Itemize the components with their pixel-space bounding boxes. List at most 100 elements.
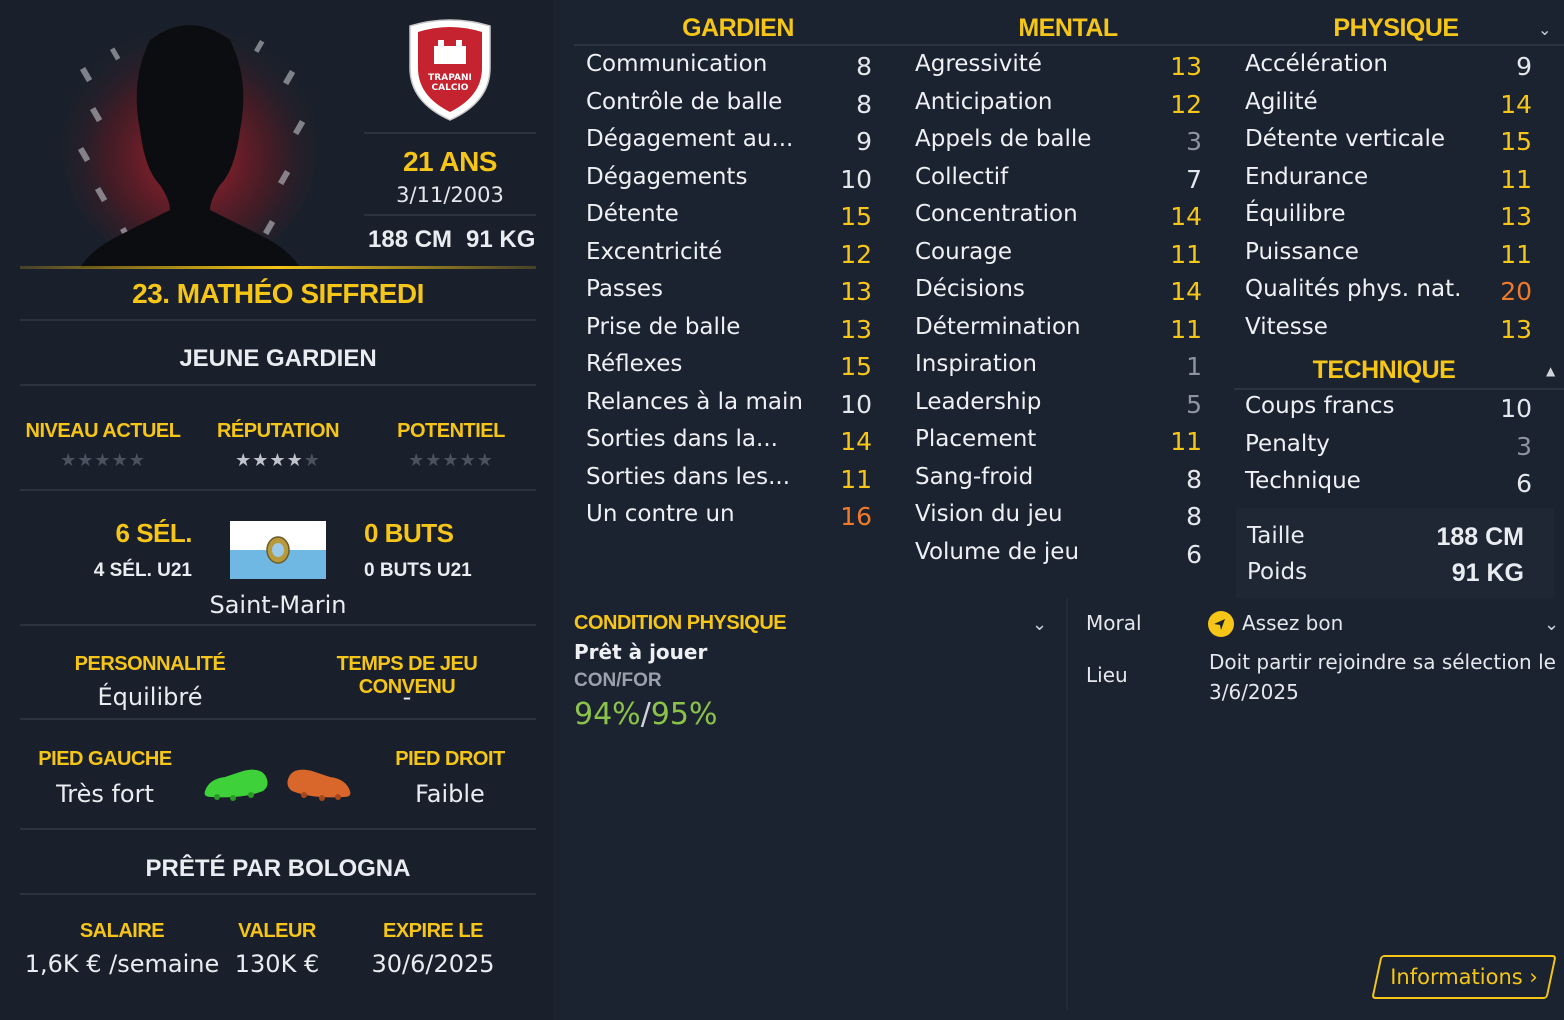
attribute-name[interactable]: Inspiration	[915, 351, 1037, 377]
attribute-value: 11	[1170, 427, 1202, 456]
attribute-name[interactable]: Sang-froid	[915, 464, 1033, 490]
attribute-name[interactable]: Dégagements	[586, 164, 747, 190]
attribute-name[interactable]: Leadership	[915, 389, 1041, 415]
mental-title: MENTAL	[1018, 14, 1118, 42]
attribute-name[interactable]: Vitesse	[1245, 314, 1328, 340]
expires-label: EXPIRE LE	[383, 920, 483, 942]
attribute-name[interactable]: Excentricité	[586, 239, 722, 265]
expires-value: 30/6/2025	[371, 950, 495, 978]
player-portrait	[60, 10, 320, 270]
informations-button[interactable]: Informations ›	[1371, 955, 1557, 999]
attribute-name[interactable]: Appels de balle	[915, 126, 1091, 152]
attribute-name[interactable]: Détente	[586, 201, 679, 227]
left-foot-label: PIED GAUCHE	[38, 748, 172, 770]
attribute-value: 11	[1170, 239, 1202, 269]
attribute-name[interactable]: Endurance	[1245, 164, 1368, 190]
attribute-name[interactable]: Anticipation	[915, 89, 1053, 115]
attribute-value: 15	[1500, 127, 1532, 156]
personality-value: Équilibré	[97, 683, 203, 711]
attribute-name[interactable]: Sorties dans la...	[586, 426, 778, 452]
attribute-value: 14	[1500, 89, 1532, 119]
attribute-value: 6	[1186, 539, 1202, 569]
technical-header-bar	[1234, 388, 1564, 390]
attribute-name[interactable]: Technique	[1245, 468, 1361, 494]
attribute-name[interactable]: Équilibre	[1245, 201, 1346, 227]
attribute-name[interactable]: Puissance	[1245, 239, 1359, 265]
right-boot-icon	[284, 765, 352, 805]
condition-chevron-icon[interactable]: ⌄	[1032, 614, 1047, 635]
attribute-name[interactable]: Prise de balle	[586, 314, 740, 340]
height-value: 188 CM	[1436, 523, 1524, 551]
morale-chevron-icon[interactable]: ⌄	[1544, 614, 1559, 635]
attribute-value: 12	[840, 239, 872, 269]
attribute-value: 13	[1500, 202, 1532, 231]
attribute-value: 13	[1500, 314, 1532, 344]
attribute-name[interactable]: Agilité	[1245, 89, 1318, 115]
location-value: Doit partir rejoindre sa sélection le 3/…	[1209, 650, 1556, 704]
loan-info: PRÊTÉ PAR BOLOGNA	[145, 855, 411, 882]
caps: 6 SÉL.	[115, 518, 193, 548]
player-weight: 91 KG	[466, 226, 536, 253]
left-foot-value: Très fort	[56, 780, 154, 808]
attribute-name[interactable]: Contrôle de balle	[586, 89, 782, 115]
attribute-name[interactable]: Coups francs	[1245, 393, 1394, 419]
caps-u21: 4 SÉL. U21	[93, 560, 192, 581]
playtime-value: -	[402, 683, 412, 711]
attribute-name[interactable]: Volume de jeu	[915, 539, 1079, 565]
informations-button-label: Informations ›	[1390, 965, 1538, 989]
attribute-name[interactable]: Réflexes	[586, 351, 682, 377]
attribute-name[interactable]: Dégagement au...	[586, 126, 793, 152]
club-badge: TRAPANI CALCIO	[404, 18, 496, 122]
condition-title: CONDITION PHYSIQUE	[574, 612, 787, 634]
attributes-header-bar	[574, 44, 1564, 46]
informations-label-text: Informations	[1390, 965, 1523, 989]
lower-section-divider	[1066, 598, 1068, 1010]
salary-label: SALAIRE	[79, 920, 165, 942]
divider	[364, 132, 536, 134]
attribute-name[interactable]: Décisions	[915, 276, 1025, 302]
current-ability-stars: ★★★★★	[60, 450, 146, 471]
con-for-values: 94%/95%	[574, 697, 717, 732]
divider	[20, 893, 536, 895]
club-badge-text-1: TRAPANI	[428, 73, 472, 83]
attribute-name[interactable]: Vision du jeu	[915, 501, 1063, 527]
attribute-value: 20	[1500, 277, 1532, 306]
goals-u21: 0 BUTS U21	[364, 560, 472, 581]
player-name: 23. MATHÉO SIFFREDI	[132, 278, 424, 309]
weight-label: Poids	[1247, 559, 1308, 585]
divider	[20, 489, 536, 491]
location-label: Lieu	[1086, 663, 1128, 687]
attribute-name[interactable]: Agressivité	[915, 51, 1042, 77]
attribute-name[interactable]: Collectif	[915, 164, 1008, 190]
attribute-value: 10	[840, 389, 872, 419]
attribute-name[interactable]: Placement	[915, 426, 1036, 452]
attribute-value: 10	[840, 164, 872, 194]
attribute-name[interactable]: Détente verticale	[1245, 126, 1445, 152]
physical-title: PHYSIQUE	[1333, 14, 1459, 42]
height-label: Taille	[1247, 523, 1305, 549]
chevron-up-icon[interactable]: ▲	[1546, 364, 1555, 378]
divider	[20, 384, 536, 386]
attribute-name[interactable]: Accélération	[1245, 51, 1388, 77]
attribute-name[interactable]: Courage	[915, 239, 1012, 265]
attribute-name[interactable]: Communication	[586, 51, 767, 77]
attribute-name[interactable]: Concentration	[915, 201, 1078, 227]
morale-value: Assez bon	[1242, 611, 1344, 635]
attribute-value: 5	[1186, 389, 1202, 419]
divider	[20, 828, 536, 830]
attribute-value: 9	[856, 127, 872, 156]
country-flag[interactable]	[230, 521, 326, 579]
attribute-name[interactable]: Passes	[586, 276, 663, 302]
salary-value: 1,6K € /semaine	[24, 950, 220, 978]
attribute-value: 8	[856, 89, 872, 119]
player-height: 188 CM	[368, 226, 453, 253]
attribute-name[interactable]: Penalty	[1245, 431, 1330, 457]
attribute-name[interactable]: Sorties dans les...	[586, 464, 790, 490]
attribute-name[interactable]: Qualités phys. nat.	[1245, 276, 1461, 302]
goalkeeping-title: GARDIEN	[682, 14, 794, 42]
attribute-name[interactable]: Relances à la main	[586, 389, 803, 415]
attribute-name[interactable]: Détermination	[915, 314, 1081, 340]
con-for-sep: /	[640, 697, 651, 732]
chevron-down-icon[interactable]: ⌄	[1538, 20, 1551, 39]
attribute-name[interactable]: Un contre un	[586, 501, 735, 527]
